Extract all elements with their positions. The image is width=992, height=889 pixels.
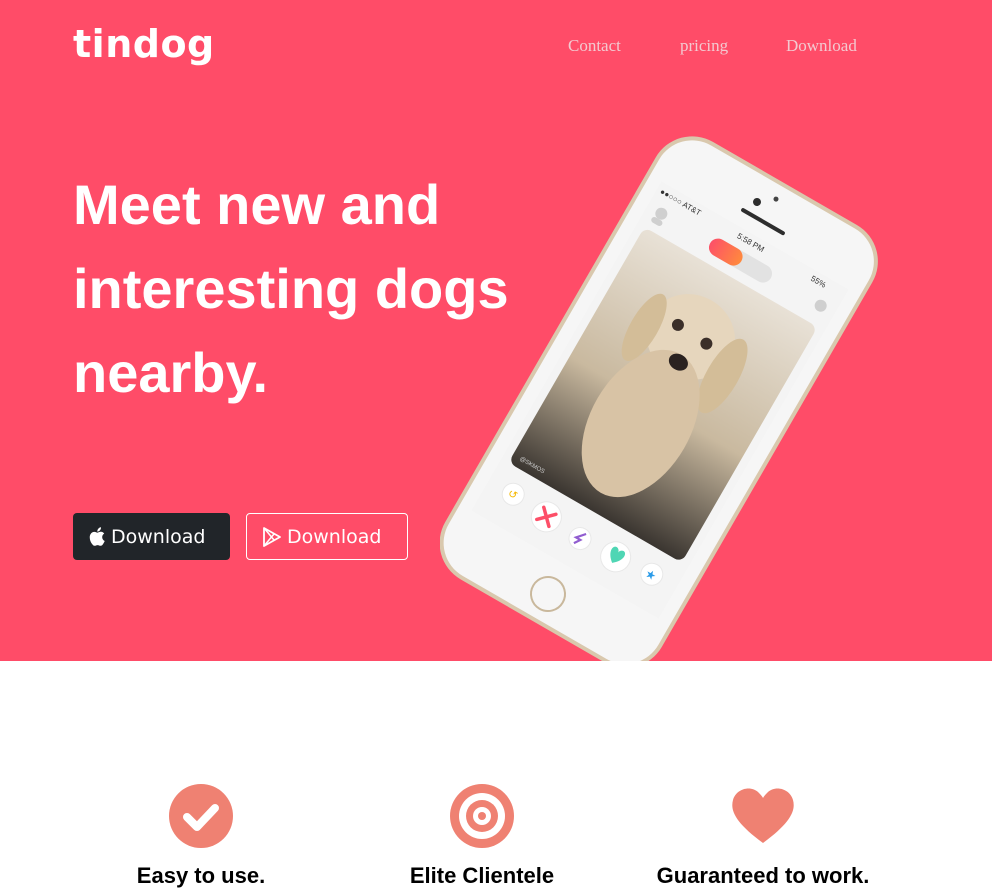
play-store-icon: [263, 526, 281, 547]
feature-guaranteed: Guaranteed to work.: [653, 783, 873, 889]
nav-link-pricing[interactable]: pricing: [680, 36, 728, 56]
feature-title: Easy to use.: [136, 863, 266, 888]
check-circle-icon: [91, 783, 311, 849]
phone-mockup: ●●○○○ AT&T 5:58 PM 55% @SKMOS ↺ ★: [439, 130, 880, 661]
navbar: Contact pricing Download: [0, 36, 992, 60]
nav-link-contact[interactable]: Contact: [568, 36, 621, 56]
play-download-label: Download: [287, 525, 382, 548]
features-section: Easy to use. Elite Clientele Guaranteed …: [0, 661, 992, 888]
apple-download-button[interactable]: Download: [73, 513, 230, 560]
apple-download-label: Download: [111, 525, 206, 548]
feature-elite: Elite Clientele: [372, 783, 592, 889]
bullseye-icon: [372, 783, 592, 849]
feature-title: Guaranteed to work.: [656, 863, 870, 888]
apple-icon: [89, 527, 105, 546]
heart-icon: [653, 783, 873, 849]
feature-title: Elite Clientele: [409, 863, 555, 888]
nav-link-download[interactable]: Download: [786, 36, 857, 56]
feature-easy: Easy to use.: [91, 783, 311, 889]
hero-section: tindog Contact pricing Download Meet new…: [0, 0, 992, 661]
play-store-download-button[interactable]: Download: [246, 513, 408, 560]
